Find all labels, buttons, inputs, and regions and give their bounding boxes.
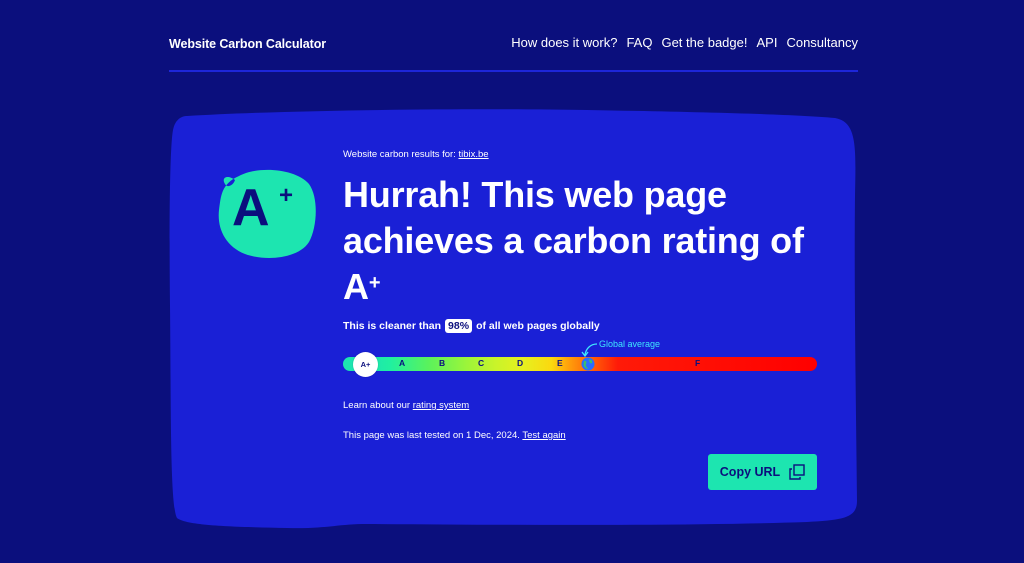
result-card: A + Website carbon results for: tibix.be… (167, 106, 859, 530)
brand-logo-text[interactable]: Website Carbon Calculator (169, 37, 326, 51)
results-prefix: Website carbon results for: (343, 149, 456, 160)
rating-label-f: F (695, 358, 701, 368)
cleaner-suffix: of all web pages globally (476, 320, 600, 332)
rating-scale-bar: A B C D E F (343, 357, 817, 371)
rating-label-c: C (478, 358, 485, 368)
cleaner-than-line: This is cleaner than 98% of all web page… (343, 319, 600, 333)
nav-get-badge[interactable]: Get the badge! (661, 35, 747, 50)
badge-letter: A (232, 179, 270, 237)
headline-plus: + (368, 272, 381, 294)
globe-icon (581, 357, 595, 371)
rating-system-link[interactable]: rating system (413, 400, 470, 411)
learn-prefix: Learn about our (343, 400, 411, 411)
rating-badge: A + (217, 166, 317, 262)
nav-consultancy[interactable]: Consultancy (786, 35, 858, 50)
nav-api[interactable]: API (756, 35, 777, 50)
page: Website Carbon Calculator How does it wo… (0, 0, 1024, 563)
main-nav: How does it work? FAQ Get the badge! API… (511, 35, 858, 50)
rating-label-e: E (557, 358, 563, 368)
global-average-label: Global average (599, 339, 661, 349)
rating-label-b: B (439, 358, 446, 368)
rating-label-a: A (399, 358, 406, 368)
copy-url-label: Copy URL (719, 465, 781, 479)
test-again-link[interactable]: Test again (522, 430, 565, 441)
site-link[interactable]: tibix.be (458, 149, 488, 160)
copy-url-button[interactable]: Copy URL (708, 454, 817, 490)
last-tested-line: This page was last tested on 1 Dec, 2024… (343, 430, 566, 441)
cleaner-percentage: 98% (445, 319, 473, 333)
page-title: Hurrah! This web page achieves a carbon … (343, 172, 813, 310)
results-for-line: Website carbon results for: tibix.be (343, 149, 489, 160)
tested-prefix: This page was last tested on 1 Dec, 2024… (343, 430, 520, 441)
cleaner-prefix: This is cleaner than (343, 320, 442, 332)
nav-faq[interactable]: FAQ (626, 35, 652, 50)
site-header: Website Carbon Calculator How does it wo… (169, 30, 858, 72)
current-rating-marker: A+ (353, 352, 378, 377)
learn-rating-line: Learn about our rating system (343, 400, 469, 411)
badge-plus: + (279, 182, 294, 209)
nav-how-it-works[interactable]: How does it work? (511, 35, 617, 50)
curved-arrow-icon (581, 343, 598, 358)
copy-icon (789, 464, 805, 480)
rating-label-d: D (517, 358, 524, 368)
headline-text: Hurrah! This web page achieves a carbon … (343, 174, 804, 307)
